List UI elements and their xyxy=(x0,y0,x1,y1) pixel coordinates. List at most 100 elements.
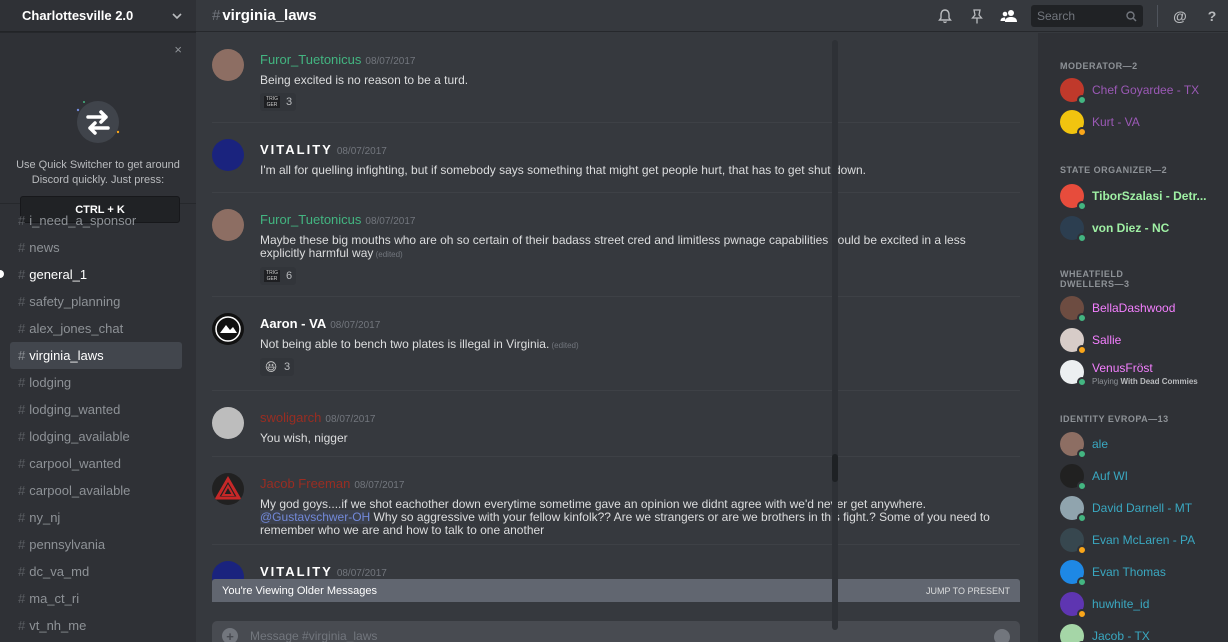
message-header: Jacob Freeman 08/07/2017 xyxy=(260,475,1000,493)
author-name[interactable]: Furor_Tuetonicus xyxy=(260,212,361,227)
older-messages-label: You're Viewing Older Messages xyxy=(222,584,377,597)
channel-item-vt-nh-me[interactable]: # vt_nh_me xyxy=(0,612,196,639)
jump-to-present-button[interactable]: JUMP TO PRESENT xyxy=(926,586,1010,596)
channel-item-news[interactable]: # news xyxy=(0,234,196,261)
playing-status: Playing With Dead Commies xyxy=(1092,377,1198,386)
member-item[interactable]: von Diez - NC xyxy=(1060,215,1228,243)
avatar[interactable] xyxy=(212,209,244,241)
emoji-picker-icon[interactable] xyxy=(994,629,1010,642)
channel-item-alex-jones-chat[interactable]: # alex_jones_chat xyxy=(0,315,196,342)
channel-item-carpool-wanted[interactable]: # carpool_wanted xyxy=(0,450,196,477)
message: Aaron - VA 08/07/2017 Not being able to be… xyxy=(212,297,1020,391)
channel-label: ma_ct_ri xyxy=(29,591,80,606)
avatar[interactable] xyxy=(212,407,244,439)
mentions-icon[interactable]: @ xyxy=(1164,0,1196,32)
author-name[interactable]: Aaron - VA xyxy=(260,316,326,331)
member-name: Evan McLaren - PA xyxy=(1092,533,1196,547)
author-name[interactable]: VITALITY xyxy=(260,564,333,579)
search-placeholder: Search xyxy=(1037,9,1076,23)
channel-item-carpool-available[interactable]: # carpool_available xyxy=(0,477,196,504)
member-name: von Diez - NC xyxy=(1092,221,1170,235)
hash-icon: # xyxy=(18,402,26,417)
channel-item-general-1[interactable]: # general_1 xyxy=(0,261,196,288)
message: VITALITY 08/07/2017 I'm all for quelling i… xyxy=(212,123,1020,193)
member-name: Sallie xyxy=(1092,333,1122,347)
avatar[interactable] xyxy=(212,139,244,171)
channel-label: ny_nj xyxy=(29,510,61,525)
members-icon[interactable] xyxy=(993,0,1025,32)
member-item[interactable]: David Darnell - MT xyxy=(1060,495,1228,523)
quick-switcher-tip: × Use Quick Switcher to get around Disco… xyxy=(0,32,196,223)
message-content: Not being able to bench two plates is il… xyxy=(260,337,550,351)
channel-item-safety-planning[interactable]: # safety_planning xyxy=(0,288,196,315)
member-list: MODERATOR—2 Chef Goyardee - TX Kurt - VA ST… xyxy=(1038,33,1228,642)
avatar[interactable] xyxy=(212,49,244,81)
author-name[interactable]: swoligarch xyxy=(260,410,321,425)
author-name[interactable]: VITALITY xyxy=(260,142,333,157)
channel-item-dc-va-md[interactable]: # dc_va_md xyxy=(0,558,196,585)
member-item[interactable]: Jacob - TX xyxy=(1060,623,1228,642)
channel-item-virginia-laws[interactable]: # virginia_laws xyxy=(10,342,182,369)
bell-icon[interactable] xyxy=(929,0,961,32)
channel-item-pennsylvania[interactable]: # pennsylvania xyxy=(0,531,196,558)
member-item[interactable]: Kurt - VA xyxy=(1060,109,1228,137)
channel-item-ny-nj[interactable]: # ny_nj xyxy=(0,504,196,531)
message-text: Not being able to bench two plates is il… xyxy=(260,338,1000,352)
avatar xyxy=(1060,78,1087,105)
timestamp: 08/07/2017 xyxy=(325,414,376,425)
channel-item-ma-ct-ri[interactable]: # ma_ct_ri xyxy=(0,585,196,612)
search-icon xyxy=(1126,10,1137,22)
server-header[interactable]: Charlottesville 2.0 xyxy=(0,0,196,32)
scrollbar-track[interactable] xyxy=(832,40,838,630)
hash-icon: # xyxy=(18,375,26,390)
channel-item-lodging-wanted[interactable]: # lodging_wanted xyxy=(0,396,196,423)
status-indicator xyxy=(1077,449,1087,459)
older-messages-bar[interactable]: You're Viewing Older Messages JUMP TO PR… xyxy=(212,579,1020,602)
user-mention[interactable]: @Gustavschwer-OH xyxy=(260,510,371,524)
member-item[interactable]: VenusFröst Playing With Dead Commies xyxy=(1060,359,1228,387)
member-item[interactable]: BellaDashwood xyxy=(1060,295,1228,323)
channel-label: virginia_laws xyxy=(29,348,104,363)
channel-item-lodging-available[interactable]: # lodging_available xyxy=(0,423,196,450)
message-content: Why so aggressive with your fellow kinfo… xyxy=(260,510,990,537)
message-content: Maybe these big mouths who are oh so cer… xyxy=(260,233,966,260)
scrollbar-thumb[interactable] xyxy=(832,454,838,482)
chevron-down-icon[interactable] xyxy=(172,11,182,21)
message-content: Being excited is no reason to be a turd. xyxy=(260,73,469,87)
member-item[interactable]: Evan Thomas xyxy=(1060,559,1228,587)
message-composer[interactable]: + Message #virginia_laws xyxy=(212,621,1020,642)
member-group-header: MODERATOR—2 xyxy=(1060,61,1138,71)
reaction[interactable]: TRIG GER 3 xyxy=(260,93,297,111)
timestamp: 08/07/2017 xyxy=(336,568,387,579)
member-name: TiborSzalasi - Detr... xyxy=(1092,189,1207,203)
reaction[interactable]: TRIG GER 6 xyxy=(260,267,297,285)
channel-item-i-need-a-sponsor[interactable]: # i_need_a_sponsor xyxy=(0,207,196,234)
avatar[interactable] xyxy=(212,473,244,505)
reaction[interactable]: 😆 3 xyxy=(260,358,295,376)
author-name[interactable]: Jacob Freeman xyxy=(260,476,350,491)
member-item[interactable]: Sallie xyxy=(1060,327,1228,355)
member-item[interactable]: Evan McLaren - PA xyxy=(1060,527,1228,555)
status-indicator xyxy=(1077,233,1087,243)
quick-switcher-text: Use Quick Switcher to get around Discord… xyxy=(16,159,180,186)
upload-plus-icon[interactable]: + xyxy=(222,628,238,642)
avatar xyxy=(1060,624,1087,642)
member-item[interactable]: ale xyxy=(1060,431,1228,459)
avatar[interactable] xyxy=(212,313,244,345)
pin-icon[interactable] xyxy=(961,0,993,32)
member-group-header: WHEATFIELD DWELLERS—3 xyxy=(1060,269,1130,289)
search-input[interactable]: Search xyxy=(1031,5,1143,27)
channel-item-lodging[interactable]: # lodging xyxy=(0,369,196,396)
message: Furor_Tuetonicus 08/07/2017 Being excited … xyxy=(212,33,1020,123)
member-item[interactable]: Auf WI xyxy=(1060,463,1228,491)
member-item[interactable]: Chef Goyardee - TX xyxy=(1060,77,1228,105)
message-text: Maybe these big mouths who are oh so cer… xyxy=(260,234,1000,261)
timestamp: 08/07/2017 xyxy=(365,56,416,67)
help-icon[interactable]: ? xyxy=(1196,0,1228,32)
member-item[interactable]: huwhite_id xyxy=(1060,591,1228,619)
hash-icon: # xyxy=(18,321,26,336)
message: swoligarch 08/07/2017 You wish, nigger xyxy=(212,391,1020,457)
author-name[interactable]: Furor_Tuetonicus xyxy=(260,52,361,67)
close-icon[interactable]: × xyxy=(174,42,182,57)
member-item[interactable]: TiborSzalasi - Detr... xyxy=(1060,183,1228,211)
